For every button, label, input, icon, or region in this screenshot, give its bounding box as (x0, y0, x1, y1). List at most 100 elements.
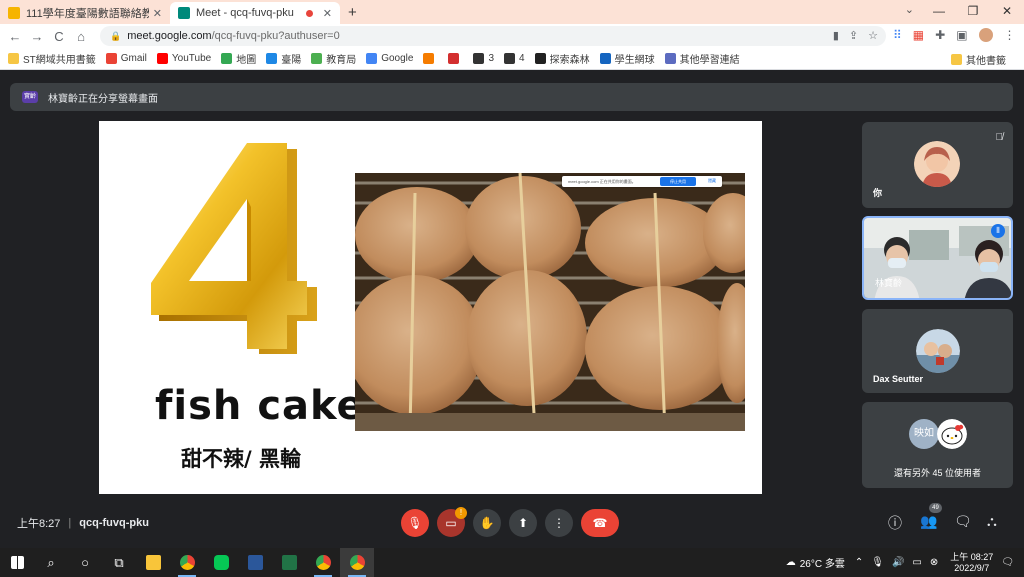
chrome-icon[interactable] (170, 548, 204, 577)
omnibox-icons: ▮ ⇪ ☆ (833, 29, 878, 42)
bookmark-icon (311, 53, 323, 64)
chrome-active-icon[interactable] (340, 548, 374, 577)
hang-up-button[interactable]: ☎ (581, 509, 619, 537)
address-bar[interactable]: 🔒 meet.google.com /qcq-fuvq-pku?authuser… (100, 26, 886, 46)
mic-off-button[interactable]: 🎙 (401, 509, 429, 537)
participant-tile-others[interactable]: 映如 還有另外 45 位使用者 (862, 402, 1013, 488)
more-options-button[interactable]: ⋮ (545, 509, 573, 537)
star-icon[interactable]: ☆ (868, 29, 878, 42)
participant-tile-presenter[interactable]: ⦀ 林寶齡 (862, 216, 1013, 300)
tab-search-icon[interactable]: ⌄ (905, 3, 914, 16)
hello-kitty-avatar (937, 419, 967, 449)
number-four-graphic (151, 143, 317, 354)
clock[interactable]: 上午 08:27 2022/9/7 (950, 552, 993, 574)
bookmark-icon (366, 53, 378, 64)
maximize-button[interactable]: ❐ (956, 0, 990, 24)
bookmark-label: 地圖 (236, 55, 257, 66)
bookmark-item[interactable]: Google (366, 53, 413, 64)
bookmark-item[interactable]: 其他學習連結 (664, 51, 740, 66)
line-icon[interactable] (204, 548, 238, 577)
participant-name: 林寶齡 (875, 278, 903, 288)
url-path: /qcq-fuvq-pku?authuser=0 (211, 30, 340, 42)
tray-arrow-icon[interactable]: ⌃ (855, 557, 863, 568)
other-bookmarks[interactable]: 其他書籤 (951, 52, 1006, 67)
bookmark-icon (266, 53, 278, 64)
task-view-icon[interactable]: ⧉ (102, 548, 136, 577)
word-icon[interactable] (238, 548, 272, 577)
bookmark-label: 3 (488, 53, 495, 64)
hide-button[interactable]: 隱藏 (708, 178, 716, 184)
stop-sharing-button[interactable]: 停止共用 (660, 177, 696, 186)
bookmark-item[interactable] (448, 53, 463, 64)
new-tab-button[interactable]: + (348, 4, 357, 21)
chat-icon[interactable]: 🗨 (954, 513, 972, 530)
bookmark-label: Google (381, 53, 414, 64)
camera-icon[interactable]: ▮ (833, 29, 839, 42)
close-icon[interactable]: ✕ (323, 7, 332, 20)
weather-text[interactable]: 26°C 多雲 (800, 555, 845, 570)
forward-button[interactable]: → (26, 29, 48, 44)
participant-tile-dax[interactable]: Dax Seutter (862, 309, 1013, 393)
weather-icon[interactable]: ☁ (786, 557, 796, 568)
home-button[interactable]: ⌂ (70, 29, 92, 44)
raise-hand-button[interactable]: ✋ (473, 509, 501, 537)
notifications-icon[interactable]: 🗨 (1001, 557, 1014, 568)
puzzle-icon[interactable]: ✚ (935, 28, 945, 42)
bookmark-label: 學生網球 (614, 55, 655, 66)
start-button[interactable] (0, 548, 34, 577)
lock-icon[interactable]: 🔒 (110, 31, 121, 42)
chrome-profile-icon[interactable] (306, 548, 340, 577)
other-bookmarks-label: 其他書籤 (966, 56, 1006, 67)
bookmark-label: 探索森林 (549, 55, 590, 66)
share-icon[interactable]: ⇪ (849, 29, 858, 42)
bookmark-item[interactable]: 教育局 (311, 51, 356, 66)
minimize-button[interactable]: — (922, 0, 956, 24)
bookmark-item[interactable]: ST網域共用書籤 (8, 51, 96, 66)
bookmark-item[interactable] (423, 53, 438, 64)
clock-date: 2022/9/7 (954, 562, 990, 573)
bookmark-item[interactable]: 4 (504, 53, 525, 64)
bookmark-item[interactable]: 探索森林 (534, 51, 590, 66)
bookmark-item[interactable]: 地圖 (221, 51, 256, 66)
bookmark-item[interactable]: 學生網球 (599, 51, 655, 66)
people-icon[interactable]: 👥 (920, 513, 937, 530)
ime-icon[interactable]: ⊗ (930, 557, 938, 568)
search-icon[interactable]: ⌕ (34, 548, 68, 577)
participant-tile-self[interactable]: 🎙̸ 你 (862, 122, 1013, 208)
close-window-button[interactable]: ✕ (990, 0, 1024, 24)
bookmark-item[interactable]: 3 (473, 53, 494, 64)
avatar[interactable] (978, 28, 993, 42)
mic-icon[interactable]: 🎙 (871, 557, 884, 568)
bookmark-icon (8, 53, 19, 64)
bookmark-icon (448, 53, 460, 64)
bookmark-icon (221, 53, 233, 64)
bookmark-label: 臺陽 (281, 55, 302, 66)
tab-meet[interactable]: Meet - qcq-fuvq-pku ✕ (170, 2, 340, 24)
tab-classroom[interactable]: 111學年度臺陽數語聯絡教室 ✕ (0, 2, 170, 24)
activities-icon[interactable]: ⛬ (987, 513, 997, 530)
close-icon[interactable]: ✕ (153, 7, 162, 20)
bookmark-icon (423, 53, 435, 64)
classroom-icon (8, 7, 20, 19)
present-button[interactable]: ⬆ (509, 509, 537, 537)
excel-icon[interactable] (272, 548, 306, 577)
reload-button[interactable]: C (48, 29, 70, 44)
extension-google-icon[interactable]: ▦ (913, 28, 924, 42)
bookmark-icon (534, 53, 546, 64)
bookmark-icon (504, 53, 516, 64)
info-icon[interactable]: ⓘ (888, 513, 902, 533)
apps-grid-icon[interactable]: ⠿ (893, 28, 902, 42)
menu-icon[interactable]: ⋮ (1004, 28, 1016, 42)
bookmark-item[interactable]: YouTube (156, 53, 211, 64)
bookmark-item[interactable]: 臺陽 (266, 51, 301, 66)
bookmark-item[interactable]: Gmail (105, 53, 147, 64)
participant-name: 你 (873, 188, 883, 198)
back-button[interactable]: ← (4, 29, 26, 44)
volume-icon[interactable]: 🔊 (892, 557, 904, 568)
fish-cake-photo: meet.google.com 正在共用你的畫面。 停止共用 隱藏 (355, 173, 745, 431)
network-icon[interactable]: ▭ (912, 557, 921, 568)
sidepanel-icon[interactable]: ▣ (956, 28, 967, 42)
slide-title: fish cake (155, 383, 365, 429)
file-explorer-icon[interactable] (136, 548, 170, 577)
cortana-icon[interactable]: ○ (68, 548, 102, 577)
